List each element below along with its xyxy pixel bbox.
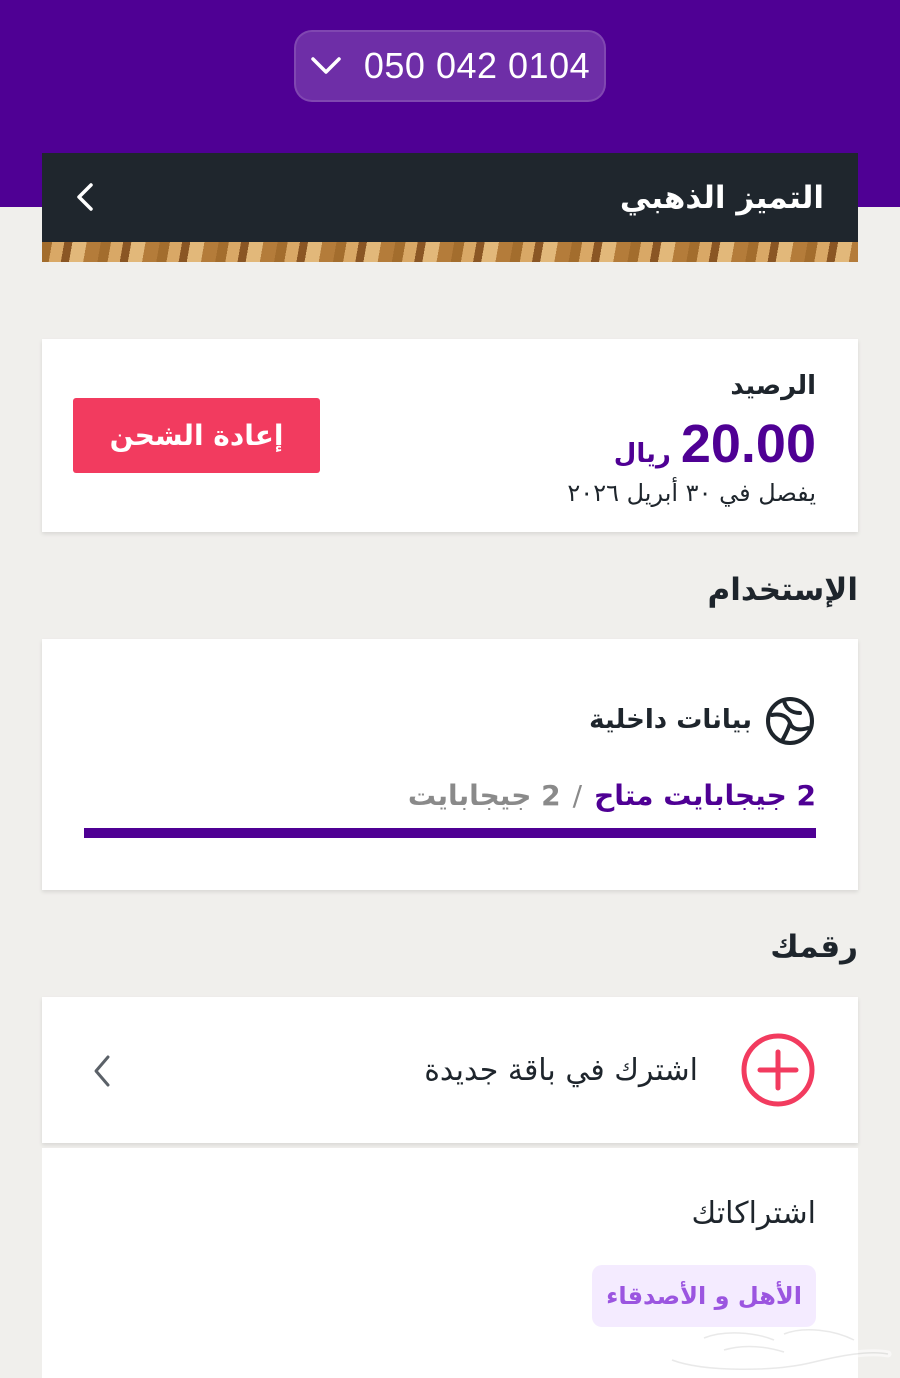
subscriptions-label: اشتراكاتك [691,1196,816,1231]
globe-icon [766,697,814,745]
balance-card: الرصيد ريال 20.00 يفصل في ٣٠ أبريل ٢٠٢٦ … [42,339,858,532]
chevron-down-icon [310,50,342,82]
plan-header: التميز الذهبي [42,153,858,262]
usage-item-label: بيانات داخلية [589,705,752,735]
usage-card[interactable]: بيانات داخلية 2 جيجابايت متاح / 2 جيجابا… [42,639,858,890]
usage-amounts: 2 جيجابايت متاح / 2 جيجابايت [408,779,816,812]
watermark-logo [668,1326,892,1373]
chevron-left-icon[interactable] [70,179,100,215]
balance-currency: ريال [613,439,671,469]
usage-available: 2 جيجابايت متاح [594,779,816,812]
usage-total: 2 جيجابايت [407,779,561,812]
balance-value: ريال 20.00 [614,413,816,475]
balance-expiry: يفصل في ٣٠ أبريل ٢٠٢٦ [567,479,816,507]
recharge-button[interactable]: إعادة الشحن [73,398,320,473]
subscribe-label: اشترك في باقة جديدة [424,1053,698,1088]
balance-amount: 20.00 [680,414,816,474]
subscribe-new-plan-row[interactable]: اشترك في باقة جديدة [42,997,858,1143]
plan-title: التميز الذهبي [619,180,824,216]
usage-section-title: الإستخدام [707,572,858,608]
balance-label: الرصيد [730,371,816,401]
usage-progress-fill [84,828,816,838]
usage-separator: / [572,779,583,812]
family-friends-chip[interactable]: الأهل و الأصدقاء [592,1265,816,1327]
phone-number-selector[interactable]: 050 042 0104 [294,30,606,102]
plus-circle-icon [741,1033,815,1107]
usage-progress-bar [84,828,816,838]
chevron-left-icon [88,1051,116,1091]
gold-texture-strip [42,242,858,262]
phone-number: 050 042 0104 [363,45,591,86]
number-section-title: رقمك [770,929,858,965]
